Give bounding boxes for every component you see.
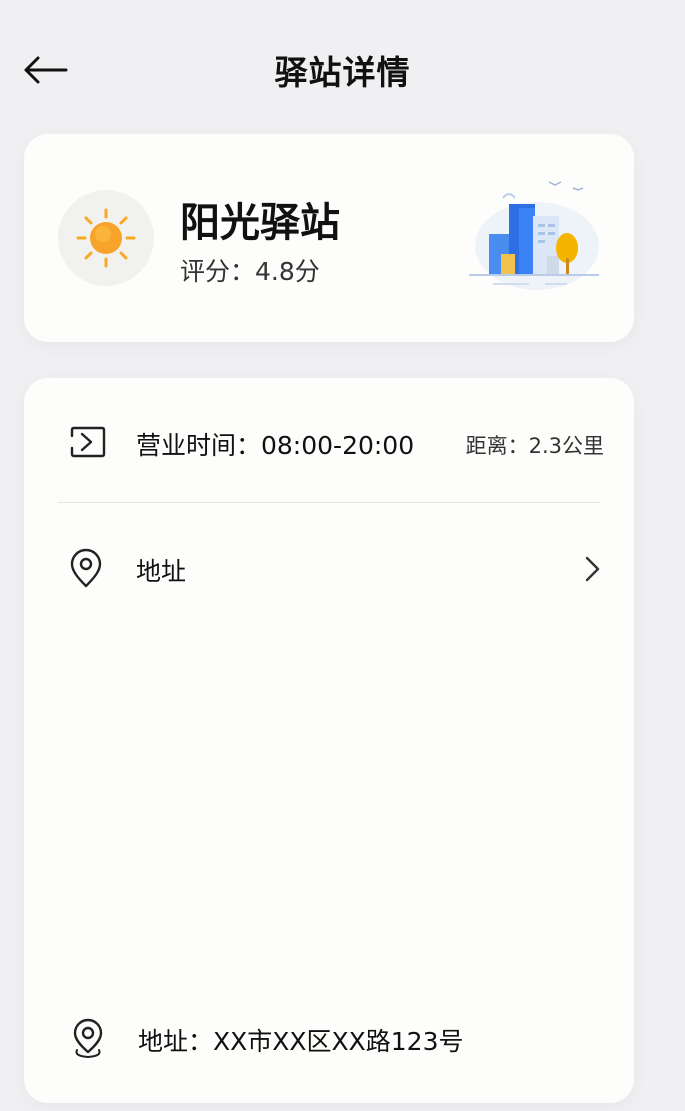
sun-icon [76, 208, 136, 268]
business-hours-text: 营业时间：08:00-20:00 [136, 431, 415, 460]
station-rating: 评分：4.8分 [180, 257, 320, 286]
address-label: 地址 [136, 557, 187, 586]
station-name: 阳光驿站 [180, 200, 340, 246]
distance-text: 距离：2.3公里 [465, 434, 604, 458]
chevron-box-icon [70, 426, 106, 458]
full-address-row: 地址：XX市XX区XX路123号 [24, 1014, 634, 1064]
station-card[interactable]: 阳光驿站 评分：4.8分 [24, 134, 634, 342]
city-building-illustration [469, 181, 599, 290]
location-pin-icon [70, 548, 102, 588]
divider [58, 502, 600, 503]
header-bar: 驿站详情 [0, 0, 685, 140]
details-card: 营业时间：08:00-20:00 距离：2.3公里 地址 地址：XX市XX区XX… [24, 378, 634, 1103]
business-hours-row: 营业时间：08:00-20:00 距离：2.3公里 [24, 414, 634, 470]
full-address-text: 地址：XX市XX区XX路123号 [138, 1027, 464, 1056]
location-pin-icon [73, 1018, 103, 1059]
address-row[interactable]: 地址 [24, 538, 634, 598]
station-avatar [58, 190, 154, 286]
chevron-right-icon[interactable] [582, 554, 604, 584]
page-title: 驿站详情 [274, 53, 411, 92]
